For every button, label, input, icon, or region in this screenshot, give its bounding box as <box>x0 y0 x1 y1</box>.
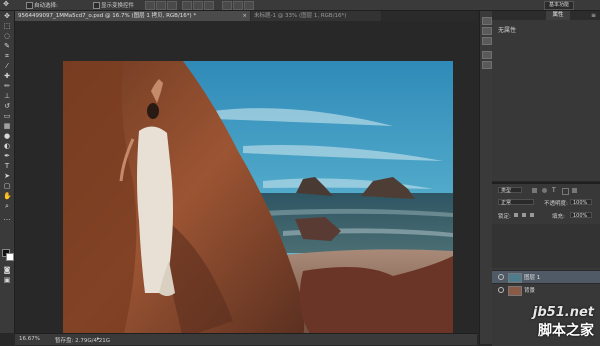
align-middle-icon[interactable] <box>156 1 166 10</box>
watermark-site-name: 脚本之家 <box>538 323 594 339</box>
filter-smart-object-icon[interactable] <box>572 188 577 193</box>
brush-tool-icon[interactable]: ✏ <box>3 83 11 90</box>
dodge-tool-icon[interactable]: ◐ <box>3 143 11 150</box>
properties-panel-header: 属性 ≡ <box>492 11 600 20</box>
screen-mode-icon[interactable]: ▣ <box>3 277 11 284</box>
healing-brush-tool-icon[interactable]: ✚ <box>3 73 11 80</box>
fill-label: 填充: <box>552 214 565 220</box>
blend-mode-select[interactable]: 正常 <box>498 199 534 206</box>
filter-pixel-icon[interactable] <box>532 188 537 193</box>
collapsed-panels-strip <box>479 11 492 344</box>
brush-panel-icon[interactable] <box>482 51 492 59</box>
distribute-icon[interactable] <box>222 1 232 10</box>
layer-row[interactable]: 背景 <box>492 283 600 296</box>
layer-filter-row: 类型 T <box>492 186 600 195</box>
layer-name[interactable]: 图层 1 <box>524 273 540 281</box>
beach-photo <box>63 61 453 338</box>
site-watermark: jb51.net 脚本之家 <box>533 305 594 340</box>
pen-tool-icon[interactable]: ✒ <box>3 153 11 160</box>
align-bottom-icon[interactable] <box>167 1 177 10</box>
edit-toolbar-icon[interactable]: … <box>3 215 11 222</box>
zoom-level[interactable]: 16.67% <box>19 336 40 342</box>
align-left-icon[interactable] <box>182 1 192 10</box>
lock-position-icon[interactable] <box>522 213 526 217</box>
history-panel-icon[interactable] <box>482 17 492 25</box>
distribute-icon[interactable] <box>233 1 243 10</box>
align-right-icon[interactable] <box>204 1 214 10</box>
document-tab[interactable]: 9564499097_1MMa5cd7_o.psd @ 16.7% (图层 1 … <box>15 11 250 21</box>
type-tool-icon[interactable]: T <box>3 163 11 170</box>
lock-fill-row: 锁定: 填充: 100% <box>492 211 600 220</box>
watermark-url: jb51.net <box>532 305 594 320</box>
auto-select-label: 自动选择: <box>34 3 58 9</box>
filter-type-icon[interactable]: T <box>552 187 556 194</box>
eye-icon[interactable] <box>498 274 504 280</box>
quick-select-tool-icon[interactable]: ✎ <box>3 43 11 50</box>
canvas-area[interactable] <box>15 22 477 338</box>
options-bar: ✥ 自动选择: 显示变换控件 基本功能 <box>0 0 600 11</box>
swatches-panel-icon[interactable] <box>482 61 492 69</box>
paragraph-panel-icon[interactable] <box>482 37 492 45</box>
eyedropper-tool-icon[interactable]: ⁄ <box>3 63 11 70</box>
fill-input[interactable]: 100% <box>570 212 592 219</box>
filter-adjustment-icon[interactable] <box>542 188 547 193</box>
shape-tool-icon[interactable]: ▢ <box>3 183 11 190</box>
transform-controls-label: 显示变换控件 <box>101 3 135 9</box>
history-brush-tool-icon[interactable]: ↺ <box>3 103 11 110</box>
close-icon[interactable]: × <box>242 11 247 21</box>
distribute-icon[interactable] <box>244 1 254 10</box>
path-select-tool-icon[interactable]: ➤ <box>3 173 11 180</box>
document-tab-bar: 9564499097_1MMa5cd7_o.psd @ 16.7% (图层 1 … <box>15 11 477 21</box>
workspace-switcher-button[interactable]: 基本功能 <box>543 1 574 10</box>
layer-kind-select[interactable]: 类型 <box>498 187 522 194</box>
zoom-tool-icon[interactable]: ⌕ <box>3 203 11 210</box>
blend-opacity-row: 正常 不透明度: 100% <box>492 198 600 207</box>
document-tab-inactive[interactable]: 未标题-1 @ 33% (图层 1, RGB/16*) <box>251 11 381 21</box>
chevron-right-icon[interactable]: ▸ <box>97 336 100 342</box>
hand-tool-icon[interactable]: ✋ <box>3 193 12 200</box>
move-tool-icon[interactable]: ✥ <box>2 1 10 8</box>
background-color-swatch[interactable] <box>6 253 14 261</box>
panel-menu-icon[interactable]: ≡ <box>591 12 596 19</box>
document-tab-title: 未标题-1 @ 33% (图层 1, RGB/16*) <box>254 13 347 19</box>
marquee-tool-icon[interactable]: ⬚ <box>3 23 11 30</box>
eraser-tool-icon[interactable]: ▭ <box>3 113 11 120</box>
eye-icon[interactable] <box>498 287 504 293</box>
gradient-tool-icon[interactable]: ▦ <box>3 123 11 130</box>
document-tab-title: 9564499097_1MMa5cd7_o.psd @ 16.7% (图层 1 … <box>18 13 197 19</box>
quick-mask-icon[interactable]: ◙ <box>3 267 11 274</box>
tab-properties[interactable]: 属性 <box>546 11 570 20</box>
opacity-label: 不透明度: <box>544 201 568 207</box>
layers-list-blank <box>492 224 600 268</box>
status-bar: 16.67% 暂存盘: 2.79G/4.21G ▸ <box>15 333 477 345</box>
lock-label: 锁定: <box>498 214 511 220</box>
character-panel-icon[interactable] <box>482 27 492 35</box>
blur-tool-icon[interactable]: ● <box>3 133 11 140</box>
filter-shape-icon[interactable] <box>562 188 569 195</box>
clone-stamp-tool-icon[interactable]: ⊥ <box>3 93 11 100</box>
tools-panel: ✥ ⬚ ◌ ✎ ⌗ ⁄ ✚ ✏ ⊥ ↺ ▭ ▦ ● ◐ ✒ T ➤ ▢ ✋ ⌕ … <box>0 11 15 333</box>
properties-empty-label: 无属性 <box>498 27 517 34</box>
layer-thumbnail <box>508 286 522 296</box>
document-image[interactable] <box>63 61 453 338</box>
layer-name[interactable]: 背景 <box>524 286 535 294</box>
properties-panel: 属性 ≡ 无属性 <box>492 11 600 181</box>
opacity-input[interactable]: 100% <box>570 199 592 206</box>
lock-pixels-icon[interactable] <box>514 213 518 217</box>
lasso-tool-icon[interactable]: ◌ <box>3 33 11 40</box>
align-center-icon[interactable] <box>193 1 203 10</box>
auto-select-checkbox[interactable] <box>26 2 33 9</box>
crop-tool-icon[interactable]: ⌗ <box>3 53 11 60</box>
layer-thumbnail <box>508 273 522 283</box>
transform-controls-checkbox[interactable] <box>93 2 100 9</box>
lock-all-icon[interactable] <box>530 213 534 217</box>
move-tool-icon[interactable]: ✥ <box>3 13 11 20</box>
document-info: 暂存盘: 2.79G/4.21G <box>55 338 110 344</box>
layer-row[interactable]: 图层 1 <box>492 270 600 283</box>
align-top-icon[interactable] <box>145 1 155 10</box>
